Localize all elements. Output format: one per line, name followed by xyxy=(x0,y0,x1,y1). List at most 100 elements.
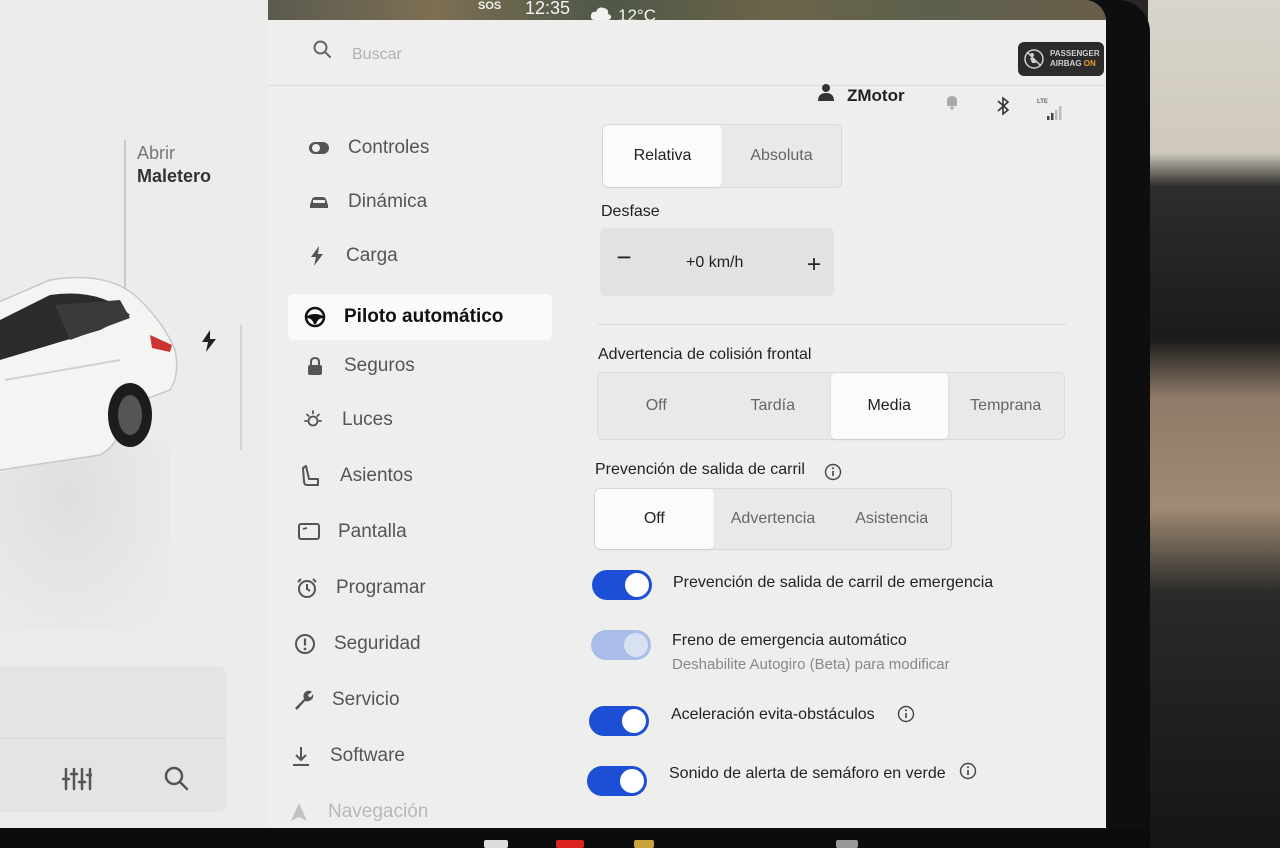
airbag-icon xyxy=(1024,49,1044,69)
airbag-line1: PASSENGER xyxy=(1050,49,1100,58)
offset-increase-button[interactable]: + xyxy=(802,253,826,278)
dock-app-icon[interactable] xyxy=(634,840,654,848)
green-light-chime-toggle[interactable] xyxy=(587,766,647,796)
menu-item-seguridad[interactable]: Seguridad xyxy=(294,622,534,666)
offset-value: +0 km/h xyxy=(686,254,744,271)
menu-item-software[interactable]: Software xyxy=(290,734,530,778)
menu-item-label: Servicio xyxy=(332,689,400,710)
display-icon xyxy=(298,521,320,543)
airbag-line2: AIRBAG xyxy=(1050,59,1082,68)
collision-option-temprana[interactable]: Temprana xyxy=(948,373,1065,439)
automatic-emergency-braking-hint: Deshabilite Autogiro (Beta) para modific… xyxy=(672,656,950,673)
collision-warning-label: Advertencia de colisión frontal xyxy=(598,346,812,363)
bell-icon[interactable] xyxy=(944,94,960,110)
search-icon[interactable] xyxy=(163,765,189,791)
speed-mode-option-absoluta[interactable]: Absoluta xyxy=(722,125,841,187)
menu-item-servicio[interactable]: Servicio xyxy=(292,678,532,722)
menu-item-label: Software xyxy=(330,745,405,766)
bottom-dock xyxy=(0,828,1150,848)
dock-app-icon[interactable] xyxy=(484,840,508,848)
section-divider xyxy=(598,324,1066,325)
download-icon xyxy=(290,745,312,767)
car-icon xyxy=(308,191,330,213)
bolt-icon xyxy=(306,245,328,267)
dock-app-icon[interactable] xyxy=(556,840,584,848)
menu-item-piloto-automatico[interactable]: Piloto automático xyxy=(288,294,552,340)
menu-item-label: Pantalla xyxy=(338,521,407,542)
menu-item-label: Controles xyxy=(348,137,430,158)
sun-icon xyxy=(302,409,324,431)
menu-item-label: Programar xyxy=(336,577,426,598)
info-icon[interactable] xyxy=(824,463,842,481)
equalizer-icon[interactable] xyxy=(62,765,92,793)
automatic-emergency-braking-label: Freno de emergencia automático xyxy=(672,632,907,649)
seat-icon xyxy=(300,465,322,487)
speed-mode-selector: Relativa Absoluta xyxy=(602,124,842,188)
menu-item-label: Piloto automático xyxy=(344,306,504,327)
charge-divider xyxy=(240,325,242,450)
menu-item-controles[interactable]: Controles xyxy=(308,126,548,170)
obstacle-aware-acceleration-toggle[interactable] xyxy=(589,706,649,736)
alert-icon xyxy=(294,633,316,655)
settings-search-input[interactable] xyxy=(352,44,652,66)
sos-indicator: SOS xyxy=(478,0,502,12)
airbag-text: PASSENGER AIRBAG ON xyxy=(1050,49,1100,69)
lock-icon xyxy=(304,355,326,377)
charge-port-icon[interactable] xyxy=(200,330,218,352)
menu-item-label: Seguros xyxy=(344,355,415,376)
cloud-icon xyxy=(590,7,612,20)
menu-item-programar[interactable]: Programar xyxy=(296,566,536,610)
offset-label: Desfase xyxy=(601,203,660,220)
obstacle-aware-acceleration-label: Aceleración evita-obstáculos xyxy=(671,706,875,723)
lane-departure-label: Prevención de salida de carril xyxy=(595,461,805,478)
menu-item-seguros[interactable]: Seguros xyxy=(304,344,544,388)
menu-item-label: Navegación xyxy=(328,801,429,822)
info-icon[interactable] xyxy=(959,762,977,780)
passenger-airbag-indicator: PASSENGER AIRBAG ON xyxy=(1018,42,1104,76)
trunk-label: Maletero xyxy=(137,166,212,186)
wrench-icon xyxy=(292,689,314,711)
volume-icon[interactable] xyxy=(836,840,858,848)
clock: 12:35 xyxy=(525,0,571,18)
menu-item-label: Seguridad xyxy=(334,633,421,654)
menu-item-luces[interactable]: Luces xyxy=(302,398,542,442)
offset-stepper: − +0 km/h + xyxy=(600,228,834,296)
user-icon[interactable] xyxy=(818,83,834,101)
steering-wheel-icon xyxy=(304,306,326,328)
airbag-state: ON xyxy=(1083,59,1096,68)
menu-item-navegacion[interactable]: Navegación xyxy=(288,790,528,828)
quick-card-divider xyxy=(0,738,226,739)
menu-item-pantalla[interactable]: Pantalla xyxy=(298,510,538,554)
green-light-chime-label: Sonido de alerta de semáforo en verde xyxy=(669,765,946,782)
collision-option-media[interactable]: Media xyxy=(831,373,948,439)
quick-controls-card xyxy=(0,666,226,812)
car-panel: Abrir Maletero xyxy=(0,0,268,828)
menu-item-label: Carga xyxy=(346,245,398,266)
automatic-emergency-braking-toggle[interactable] xyxy=(591,630,651,660)
bluetooth-icon[interactable] xyxy=(996,96,1010,116)
speed-mode-option-relativa[interactable]: Relativa xyxy=(603,125,722,187)
navigation-icon xyxy=(288,801,310,823)
lane-option-advertencia[interactable]: Advertencia xyxy=(714,489,833,549)
toggle-icon xyxy=(308,137,330,159)
collision-option-tardia[interactable]: Tardía xyxy=(715,373,832,439)
search-icon xyxy=(313,40,331,58)
alarm-clock-icon xyxy=(296,577,318,599)
open-trunk-button[interactable]: Abrir Maletero xyxy=(137,142,211,188)
car-model-image xyxy=(0,276,178,471)
background-surroundings xyxy=(1148,0,1280,848)
info-icon[interactable] xyxy=(897,705,915,723)
menu-item-dinamica[interactable]: Dinámica xyxy=(308,180,548,224)
emergency-lane-departure-label: Prevención de salida de carril de emerge… xyxy=(673,574,994,591)
lane-option-asistencia[interactable]: Asistencia xyxy=(832,489,951,549)
menu-item-asientos[interactable]: Asientos xyxy=(300,454,540,498)
emergency-lane-departure-toggle[interactable] xyxy=(592,570,652,600)
lane-option-off[interactable]: Off xyxy=(595,489,714,549)
trunk-divider xyxy=(124,140,126,290)
cellular-signal-icon xyxy=(1047,106,1062,120)
driver-profile-name[interactable]: ZMotor xyxy=(847,86,905,106)
collision-option-off[interactable]: Off xyxy=(598,373,715,439)
menu-item-carga[interactable]: Carga xyxy=(306,234,546,278)
offset-decrease-button[interactable]: − xyxy=(612,244,636,270)
open-trunk-label: Abrir xyxy=(137,143,176,163)
